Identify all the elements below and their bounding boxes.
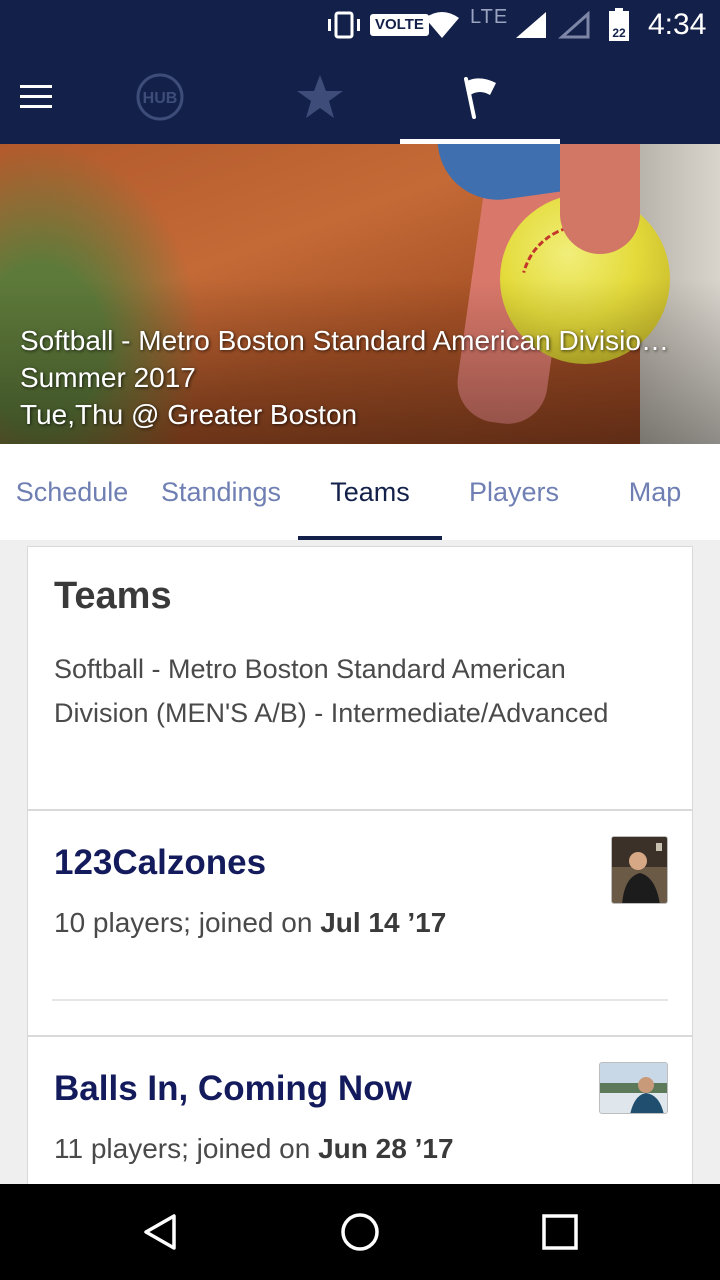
team-avatar[interactable] — [611, 836, 668, 904]
team-avatar[interactable] — [599, 1062, 668, 1114]
screen: VOLTE LTE 22 4:34 HUB Softball - Metro B… — [0, 0, 720, 1280]
league-info: Softball - Metro Boston Standard America… — [20, 322, 710, 433]
league-subtabs: Schedule Standings Teams Players Map — [0, 444, 720, 540]
tab-players[interactable]: Players — [442, 444, 586, 540]
star-icon[interactable] — [260, 50, 380, 144]
team-meta: 10 players; joined on Jul 14 ’17 — [54, 907, 446, 939]
battery-level: 22 — [612, 26, 626, 40]
team-name[interactable]: Balls In, Coming Now — [54, 1069, 412, 1109]
team-join-date: Jul 14 ’17 — [320, 907, 447, 938]
signal-icon — [514, 0, 548, 50]
wifi-icon — [424, 0, 460, 50]
league-banner: Softball - Metro Boston Standard America… — [0, 144, 720, 444]
division-description: Softball - Metro Boston Standard America… — [54, 654, 609, 728]
hub-logo-icon[interactable]: HUB — [100, 50, 220, 144]
tab-schedule[interactable]: Schedule — [0, 444, 144, 540]
teams-header-card: Teams Softball - Metro Boston Standard A… — [27, 546, 693, 810]
hamburger-menu-icon[interactable] — [0, 50, 72, 144]
volte-badge: VOLTE — [370, 0, 429, 50]
signal-secondary-icon — [558, 0, 592, 50]
team-join-date: Jun 28 ’17 — [318, 1133, 454, 1164]
tab-teams[interactable]: Teams — [298, 444, 442, 540]
team-player-count: 10 players; joined on — [54, 907, 321, 938]
teams-heading: Teams — [54, 575, 172, 617]
back-triangle-icon[interactable] — [100, 1184, 220, 1280]
status-bar: VOLTE LTE 22 4:34 — [0, 0, 720, 50]
app-bar: HUB — [0, 50, 720, 144]
tab-map[interactable]: Map — [586, 444, 720, 540]
team-meta: 11 players; joined on Jun 28 ’17 — [54, 1133, 454, 1165]
home-circle-icon[interactable] — [300, 1184, 420, 1280]
league-season: Summer 2017 — [20, 362, 196, 393]
vibrate-icon — [326, 0, 362, 50]
flag-icon[interactable] — [420, 50, 540, 144]
android-nav-bar — [0, 1184, 720, 1280]
lte-label: LTE — [470, 6, 509, 28]
team-player-count: 11 players; joined on — [54, 1133, 319, 1164]
tab-standings[interactable]: Standings — [148, 444, 294, 540]
clock: 4:34 — [648, 8, 707, 41]
team-card[interactable]: 123Calzones 10 players; joined on Jul 14… — [27, 810, 693, 1036]
svg-text:HUB: HUB — [143, 90, 178, 107]
team-divider — [52, 999, 668, 1001]
league-title: Softball - Metro Boston Standard America… — [20, 325, 669, 356]
subtab-indicator — [298, 536, 442, 540]
team-name[interactable]: 123Calzones — [54, 843, 266, 883]
battery-icon: 22 — [608, 0, 630, 50]
league-schedule: Tue,Thu @ Greater Boston — [20, 399, 358, 430]
recents-square-icon[interactable] — [500, 1184, 620, 1280]
